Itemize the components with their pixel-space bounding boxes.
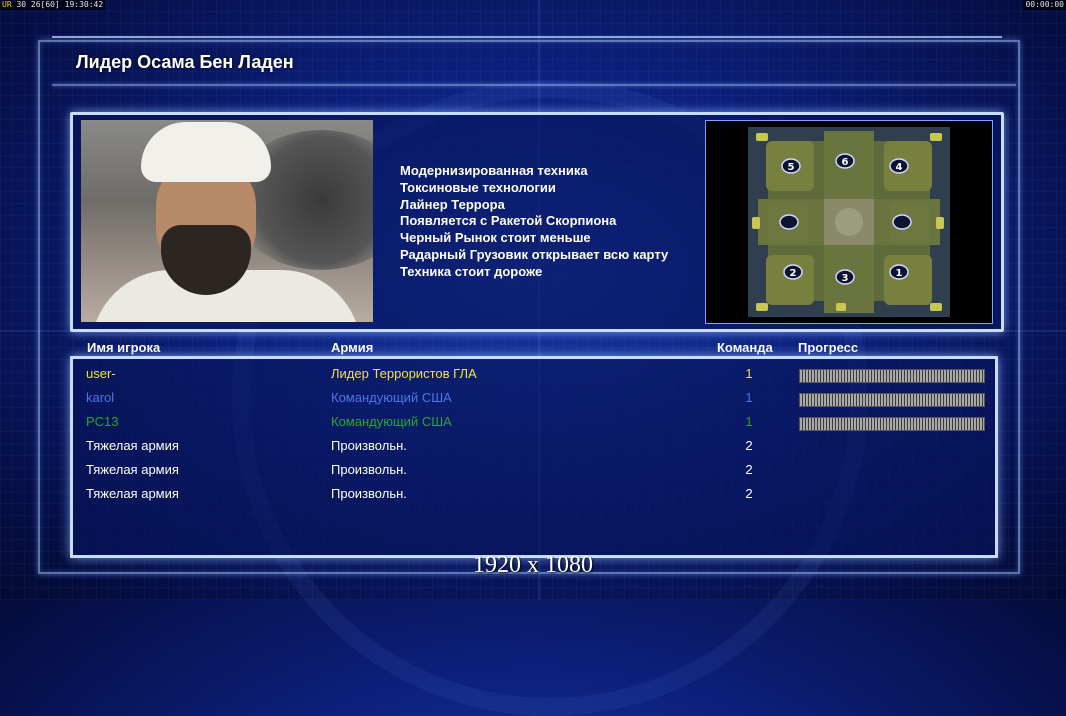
player-team: 1 bbox=[745, 414, 753, 429]
player-progress-bar bbox=[799, 393, 985, 407]
column-header-team: Команда bbox=[717, 340, 773, 355]
player-row: Тяжелая армия Произвольн. 2 bbox=[73, 483, 995, 507]
map-preview-image: 5 6 4 2 3 1 bbox=[706, 121, 992, 323]
map-preview: 5 6 4 2 3 1 bbox=[705, 120, 993, 324]
map-slot-label: 2 bbox=[790, 268, 797, 279]
resolution-caption: 1920 x 1080 bbox=[473, 552, 593, 578]
map-slot-label: 5 bbox=[788, 162, 795, 173]
hud-stats: 30 26[60] 19:30:42 bbox=[16, 0, 104, 9]
player-name: Тяжелая армия bbox=[86, 438, 179, 453]
hud-fps-readout: UR 30 26[60] 19:30:42 bbox=[0, 0, 106, 10]
player-team: 1 bbox=[745, 390, 753, 405]
frame-top-accent bbox=[52, 36, 1002, 44]
player-name: karol bbox=[86, 390, 115, 405]
player-name: PC13 bbox=[86, 414, 119, 429]
player-row: Тяжелая армия Произвольн. 2 bbox=[73, 435, 995, 459]
player-row: user- Лидер Террористов ГЛА 1 bbox=[73, 363, 995, 387]
player-team: 1 bbox=[745, 366, 753, 381]
column-header-progress: Прогресс bbox=[798, 340, 859, 355]
map-slot-label: 3 bbox=[842, 273, 849, 284]
trait-item: Появляется с Ракетой Скорпиона bbox=[400, 213, 617, 229]
players-table: user- Лидер Террористов ГЛА 1 karol Командую… bbox=[70, 356, 998, 558]
player-row: karol Командующий США 1 bbox=[73, 387, 995, 411]
player-army: Произвольн. bbox=[331, 486, 407, 501]
player-progress-bar bbox=[799, 369, 985, 383]
map-slot-label: 4 bbox=[896, 162, 903, 173]
player-name: Тяжелая армия bbox=[86, 462, 179, 477]
general-info-panel: Модернизированная техника Токсиновые тех… bbox=[70, 112, 1004, 332]
player-row: Тяжелая армия Произвольн. 2 bbox=[73, 459, 995, 483]
column-header-army: Армия bbox=[331, 340, 374, 355]
portrait-turban bbox=[141, 122, 271, 182]
general-traits-list: Модернизированная техника Токсиновые тех… bbox=[400, 163, 668, 281]
trait-item: Лайнер Террора bbox=[400, 196, 505, 212]
player-row: PC13 Командующий США 1 bbox=[73, 411, 995, 435]
player-name: user- bbox=[86, 366, 116, 381]
player-army: Произвольн. bbox=[331, 462, 407, 477]
trait-item: Черный Рынок стоит меньше bbox=[400, 230, 591, 246]
player-team: 2 bbox=[745, 438, 753, 453]
hud-clock: 00:00:00 bbox=[1023, 0, 1066, 10]
general-title: Лидер Осама Бен Ладен bbox=[76, 52, 294, 72]
column-header-player-name: Имя игрока bbox=[87, 340, 161, 355]
general-portrait bbox=[81, 120, 373, 322]
trait-item: Радарный Грузовик открывает всю карту bbox=[400, 246, 669, 262]
player-team: 2 bbox=[745, 462, 753, 477]
player-progress-bar bbox=[799, 417, 985, 431]
player-army: Командующий США bbox=[331, 414, 452, 429]
player-army: Лидер Террористов ГЛА bbox=[331, 366, 477, 381]
player-army: Командующий США bbox=[331, 390, 452, 405]
trait-item: Модернизированная техника bbox=[400, 163, 588, 178]
map-slot-label: 6 bbox=[842, 157, 849, 168]
trait-item: Токсиновые технологии bbox=[400, 179, 556, 195]
player-army: Произвольн. bbox=[331, 438, 407, 453]
player-name: Тяжелая армия bbox=[86, 486, 179, 501]
map-slot-label: 1 bbox=[896, 268, 903, 279]
title-divider bbox=[52, 84, 1016, 86]
player-team: 2 bbox=[745, 486, 753, 501]
trait-item: Техника стоит дороже bbox=[400, 263, 543, 279]
hud-tag: UR bbox=[2, 0, 12, 9]
